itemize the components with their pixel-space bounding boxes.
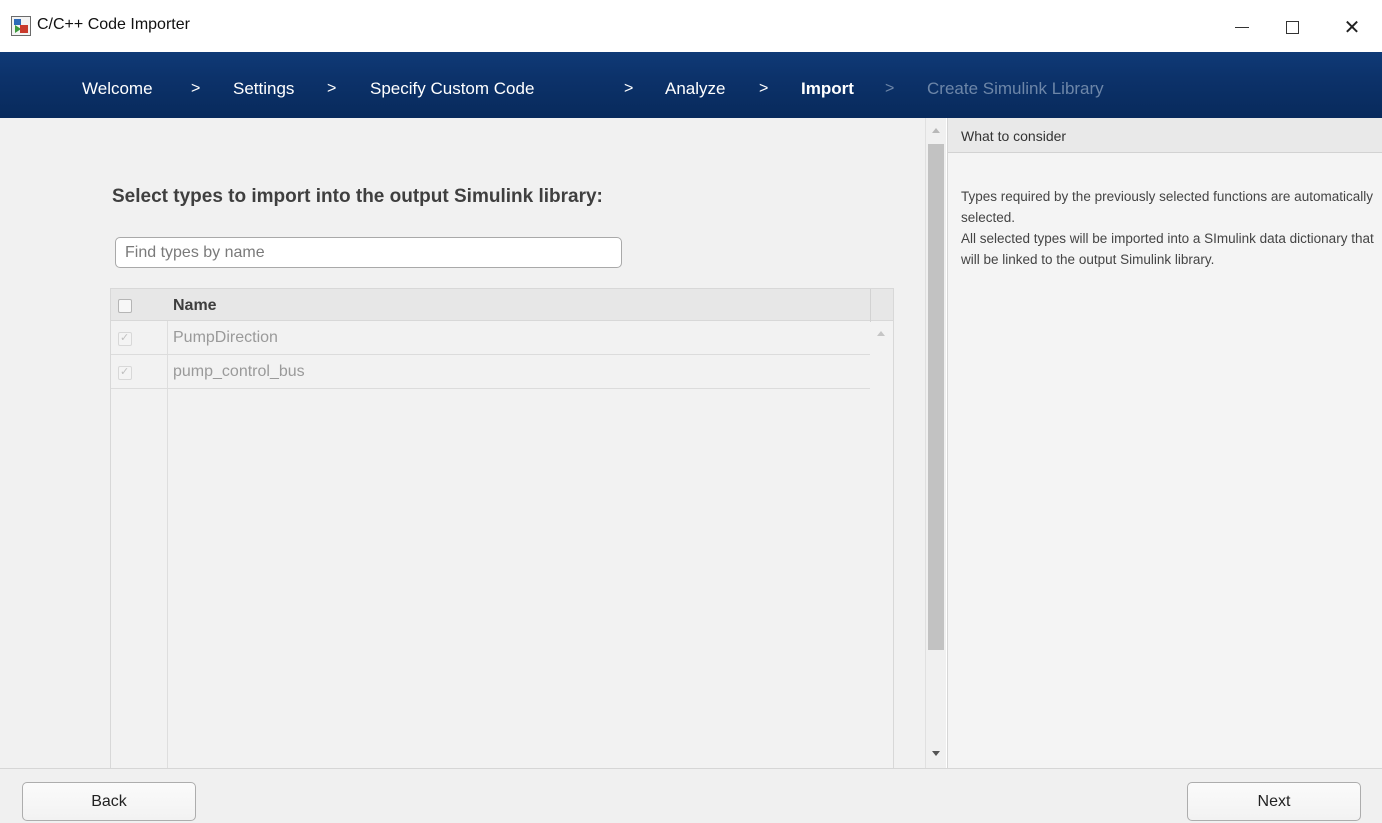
table-header: Name [111,288,893,322]
crumb-separator: > [885,80,895,97]
scroll-up-icon[interactable] [932,128,940,133]
maximize-button[interactable] [1272,12,1312,42]
close-button[interactable]: ✕ [1332,12,1372,42]
window-title: C/C++ Code Importer [37,16,190,33]
wizard-breadcrumb: Welcome > Settings > Specify Custom Code… [0,52,1382,118]
types-table: Name PumpDirection pump_control_bus [110,288,894,768]
scrollbar-thumb[interactable] [928,144,944,650]
help-panel-header: What to consider [948,118,1382,153]
help-panel-text: Types required by the previously selecte… [961,186,1376,270]
row-checkbox [118,331,132,346]
type-name: PumpDirection [173,329,278,346]
footer-bar: Back Next [0,768,1382,823]
crumb-separator: > [624,80,634,97]
help-paragraph: All selected types will be imported into… [961,231,1374,267]
table-scroll-up-icon[interactable] [877,331,885,336]
help-panel: What to consider Types required by the p… [947,118,1382,768]
title-bar: C/C++ Code Importer ✕ [0,0,1382,52]
crumb-separator: > [191,80,201,97]
page-title: Select types to import into the output S… [112,186,603,207]
table-row[interactable]: pump_control_bus [111,355,870,389]
minimize-button[interactable] [1222,12,1262,42]
crumb-create-simulink-library: Create Simulink Library [927,79,1104,98]
crumb-import[interactable]: Import [801,79,854,99]
close-icon: ✕ [1343,16,1361,39]
crumb-specify-custom-code[interactable]: Specify Custom Code [370,79,534,99]
main-scrollbar[interactable] [925,118,946,768]
scroll-down-icon[interactable] [932,751,940,756]
column-header-name[interactable]: Name [173,297,217,315]
next-button[interactable]: Next [1187,782,1361,821]
app-icon [11,16,31,36]
row-checkbox [118,365,132,380]
crumb-separator: > [327,80,337,97]
table-row[interactable]: PumpDirection [111,321,870,355]
back-button[interactable]: Back [22,782,196,821]
minimize-icon [1235,26,1249,28]
maximize-icon [1285,20,1299,34]
crumb-settings[interactable]: Settings [233,79,294,99]
help-panel-title: What to consider [961,128,1067,144]
help-paragraph: Types required by the previously selecte… [961,189,1373,225]
main-content: Select types to import into the output S… [0,118,925,768]
crumb-welcome[interactable]: Welcome [82,79,153,99]
select-all-checkbox[interactable] [118,299,132,313]
crumb-analyze[interactable]: Analyze [665,79,725,99]
type-name: pump_control_bus [173,363,305,380]
search-input[interactable] [115,237,622,268]
crumb-separator: > [759,80,769,97]
